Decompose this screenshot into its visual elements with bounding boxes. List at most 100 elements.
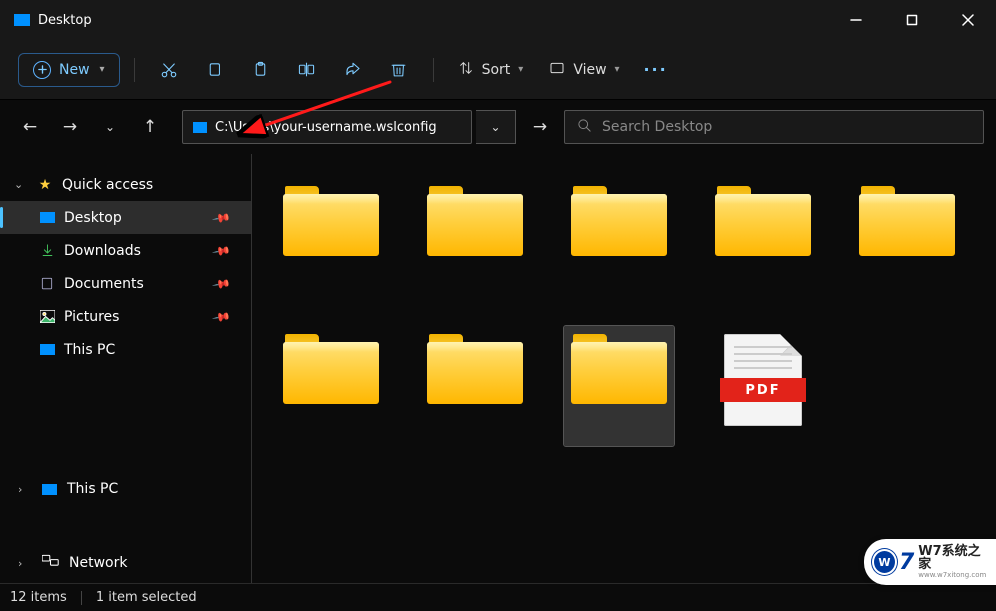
address-dropdown[interactable]: ⌄: [476, 110, 516, 144]
view-button[interactable]: View ▾: [539, 53, 629, 87]
sidebar: ⌄ ★ Quick access Desktop 📌 Downloads 📌 D…: [0, 154, 252, 583]
quick-access-label: Quick access: [62, 177, 153, 193]
recent-dropdown[interactable]: ⌄: [92, 109, 128, 145]
pdf-icon: PDF: [724, 334, 802, 426]
plus-icon: [33, 61, 51, 79]
forward-button[interactable]: →: [52, 109, 88, 145]
sidebar-item-label: Desktop: [64, 210, 122, 226]
sidebar-item-documents[interactable]: Documents 📌: [0, 267, 251, 300]
sidebar-item-label: Pictures: [64, 309, 119, 325]
separator: [81, 591, 82, 605]
watermark: W 7 W7系统之家 www.w7xitong.com: [864, 539, 996, 585]
folder-icon: [571, 186, 667, 256]
new-label: New: [59, 62, 90, 78]
sort-button[interactable]: Sort ▾: [448, 53, 534, 87]
sidebar-item-downloads[interactable]: Downloads 📌: [0, 234, 251, 267]
location-icon: [193, 122, 207, 133]
watermark-logo-seven: 7: [899, 550, 914, 575]
folder-item[interactable]: [564, 178, 674, 298]
folder-icon: [571, 334, 667, 404]
window-controls: [828, 0, 996, 40]
network-icon: [42, 554, 59, 572]
sort-icon: [458, 60, 474, 80]
watermark-brand: W7系统之家: [918, 545, 990, 571]
copy-button[interactable]: [195, 50, 235, 90]
quick-access-header[interactable]: ⌄ ★ Quick access: [0, 168, 251, 201]
chevron-right-icon: ›: [18, 557, 32, 570]
sort-label: Sort: [482, 62, 511, 78]
pc-icon: [42, 484, 57, 495]
folder-item[interactable]: [420, 178, 530, 298]
status-item-count: 12 items: [10, 590, 67, 605]
chevron-down-icon: ▾: [615, 64, 620, 75]
folder-icon: [715, 186, 811, 256]
navigation-row: ← → ⌄ ↑ C:\Users\your-username.wslconfig…: [0, 100, 996, 154]
pin-icon: 📌: [211, 240, 231, 260]
chevron-down-icon: ⌄: [490, 120, 500, 134]
folder-item[interactable]: [276, 178, 386, 298]
pdf-badge: PDF: [720, 378, 806, 402]
section-label: This PC: [67, 481, 118, 497]
watermark-url: www.w7xitong.com: [918, 571, 990, 579]
sidebar-item-pictures[interactable]: Pictures 📌: [0, 300, 251, 333]
folder-icon: [427, 334, 523, 404]
folder-item[interactable]: [708, 178, 818, 298]
content-area[interactable]: PDF: [252, 154, 996, 583]
pc-icon: [38, 344, 56, 355]
search-icon: [577, 118, 592, 137]
more-button[interactable]: ···: [636, 50, 676, 90]
section-label: Network: [69, 555, 127, 571]
address-bar[interactable]: C:\Users\your-username.wslconfig: [182, 110, 472, 144]
search-input[interactable]: Search Desktop: [564, 110, 984, 144]
folder-icon: [283, 186, 379, 256]
window-title: Desktop: [38, 13, 828, 28]
pdf-file-item[interactable]: PDF: [708, 326, 818, 446]
folder-icon: [283, 334, 379, 404]
app-icon: [14, 14, 30, 26]
rename-button[interactable]: [287, 50, 327, 90]
new-button[interactable]: New ▾: [18, 53, 120, 87]
folder-icon: [427, 186, 523, 256]
folder-item[interactable]: [420, 326, 530, 446]
chevron-down-icon: ▾: [518, 64, 523, 75]
star-icon: ★: [36, 177, 54, 193]
folder-item-selected[interactable]: [564, 326, 674, 446]
separator: [134, 58, 135, 82]
folder-icon: [859, 186, 955, 256]
maximize-button[interactable]: [884, 0, 940, 40]
sidebar-section-network[interactable]: › Network: [0, 543, 251, 583]
pin-icon: 📌: [211, 273, 231, 293]
sidebar-item-thispc[interactable]: This PC: [0, 333, 251, 366]
download-icon: [38, 243, 56, 258]
view-icon: [549, 60, 565, 80]
share-button[interactable]: [333, 50, 373, 90]
main-area: ⌄ ★ Quick access Desktop 📌 Downloads 📌 D…: [0, 154, 996, 583]
pin-icon: 📌: [211, 306, 231, 326]
titlebar: Desktop: [0, 0, 996, 40]
sidebar-section-thispc[interactable]: › This PC: [0, 469, 251, 509]
go-button[interactable]: →: [520, 110, 560, 144]
back-button[interactable]: ←: [12, 109, 48, 145]
minimize-button[interactable]: [828, 0, 884, 40]
search-placeholder: Search Desktop: [602, 119, 712, 135]
separator: [433, 58, 434, 82]
cut-button[interactable]: [149, 50, 189, 90]
document-icon: [38, 276, 56, 291]
pictures-icon: [38, 310, 56, 323]
sidebar-item-desktop[interactable]: Desktop 📌: [0, 201, 251, 234]
chevron-down-icon: ⌄: [14, 178, 28, 191]
status-bar: 12 items 1 item selected: [0, 583, 996, 611]
up-button[interactable]: ↑: [132, 109, 168, 145]
delete-button[interactable]: [379, 50, 419, 90]
sidebar-item-label: This PC: [64, 342, 115, 358]
view-label: View: [573, 62, 606, 78]
folder-item[interactable]: [852, 178, 962, 298]
pin-icon: 📌: [211, 207, 231, 227]
watermark-badge-icon: W: [872, 549, 897, 575]
paste-button[interactable]: [241, 50, 281, 90]
desktop-icon: [38, 212, 56, 223]
close-button[interactable]: [940, 0, 996, 40]
address-text: C:\Users\your-username.wslconfig: [215, 120, 437, 135]
folder-item[interactable]: [276, 326, 386, 446]
status-selected-count: 1 item selected: [96, 590, 197, 605]
